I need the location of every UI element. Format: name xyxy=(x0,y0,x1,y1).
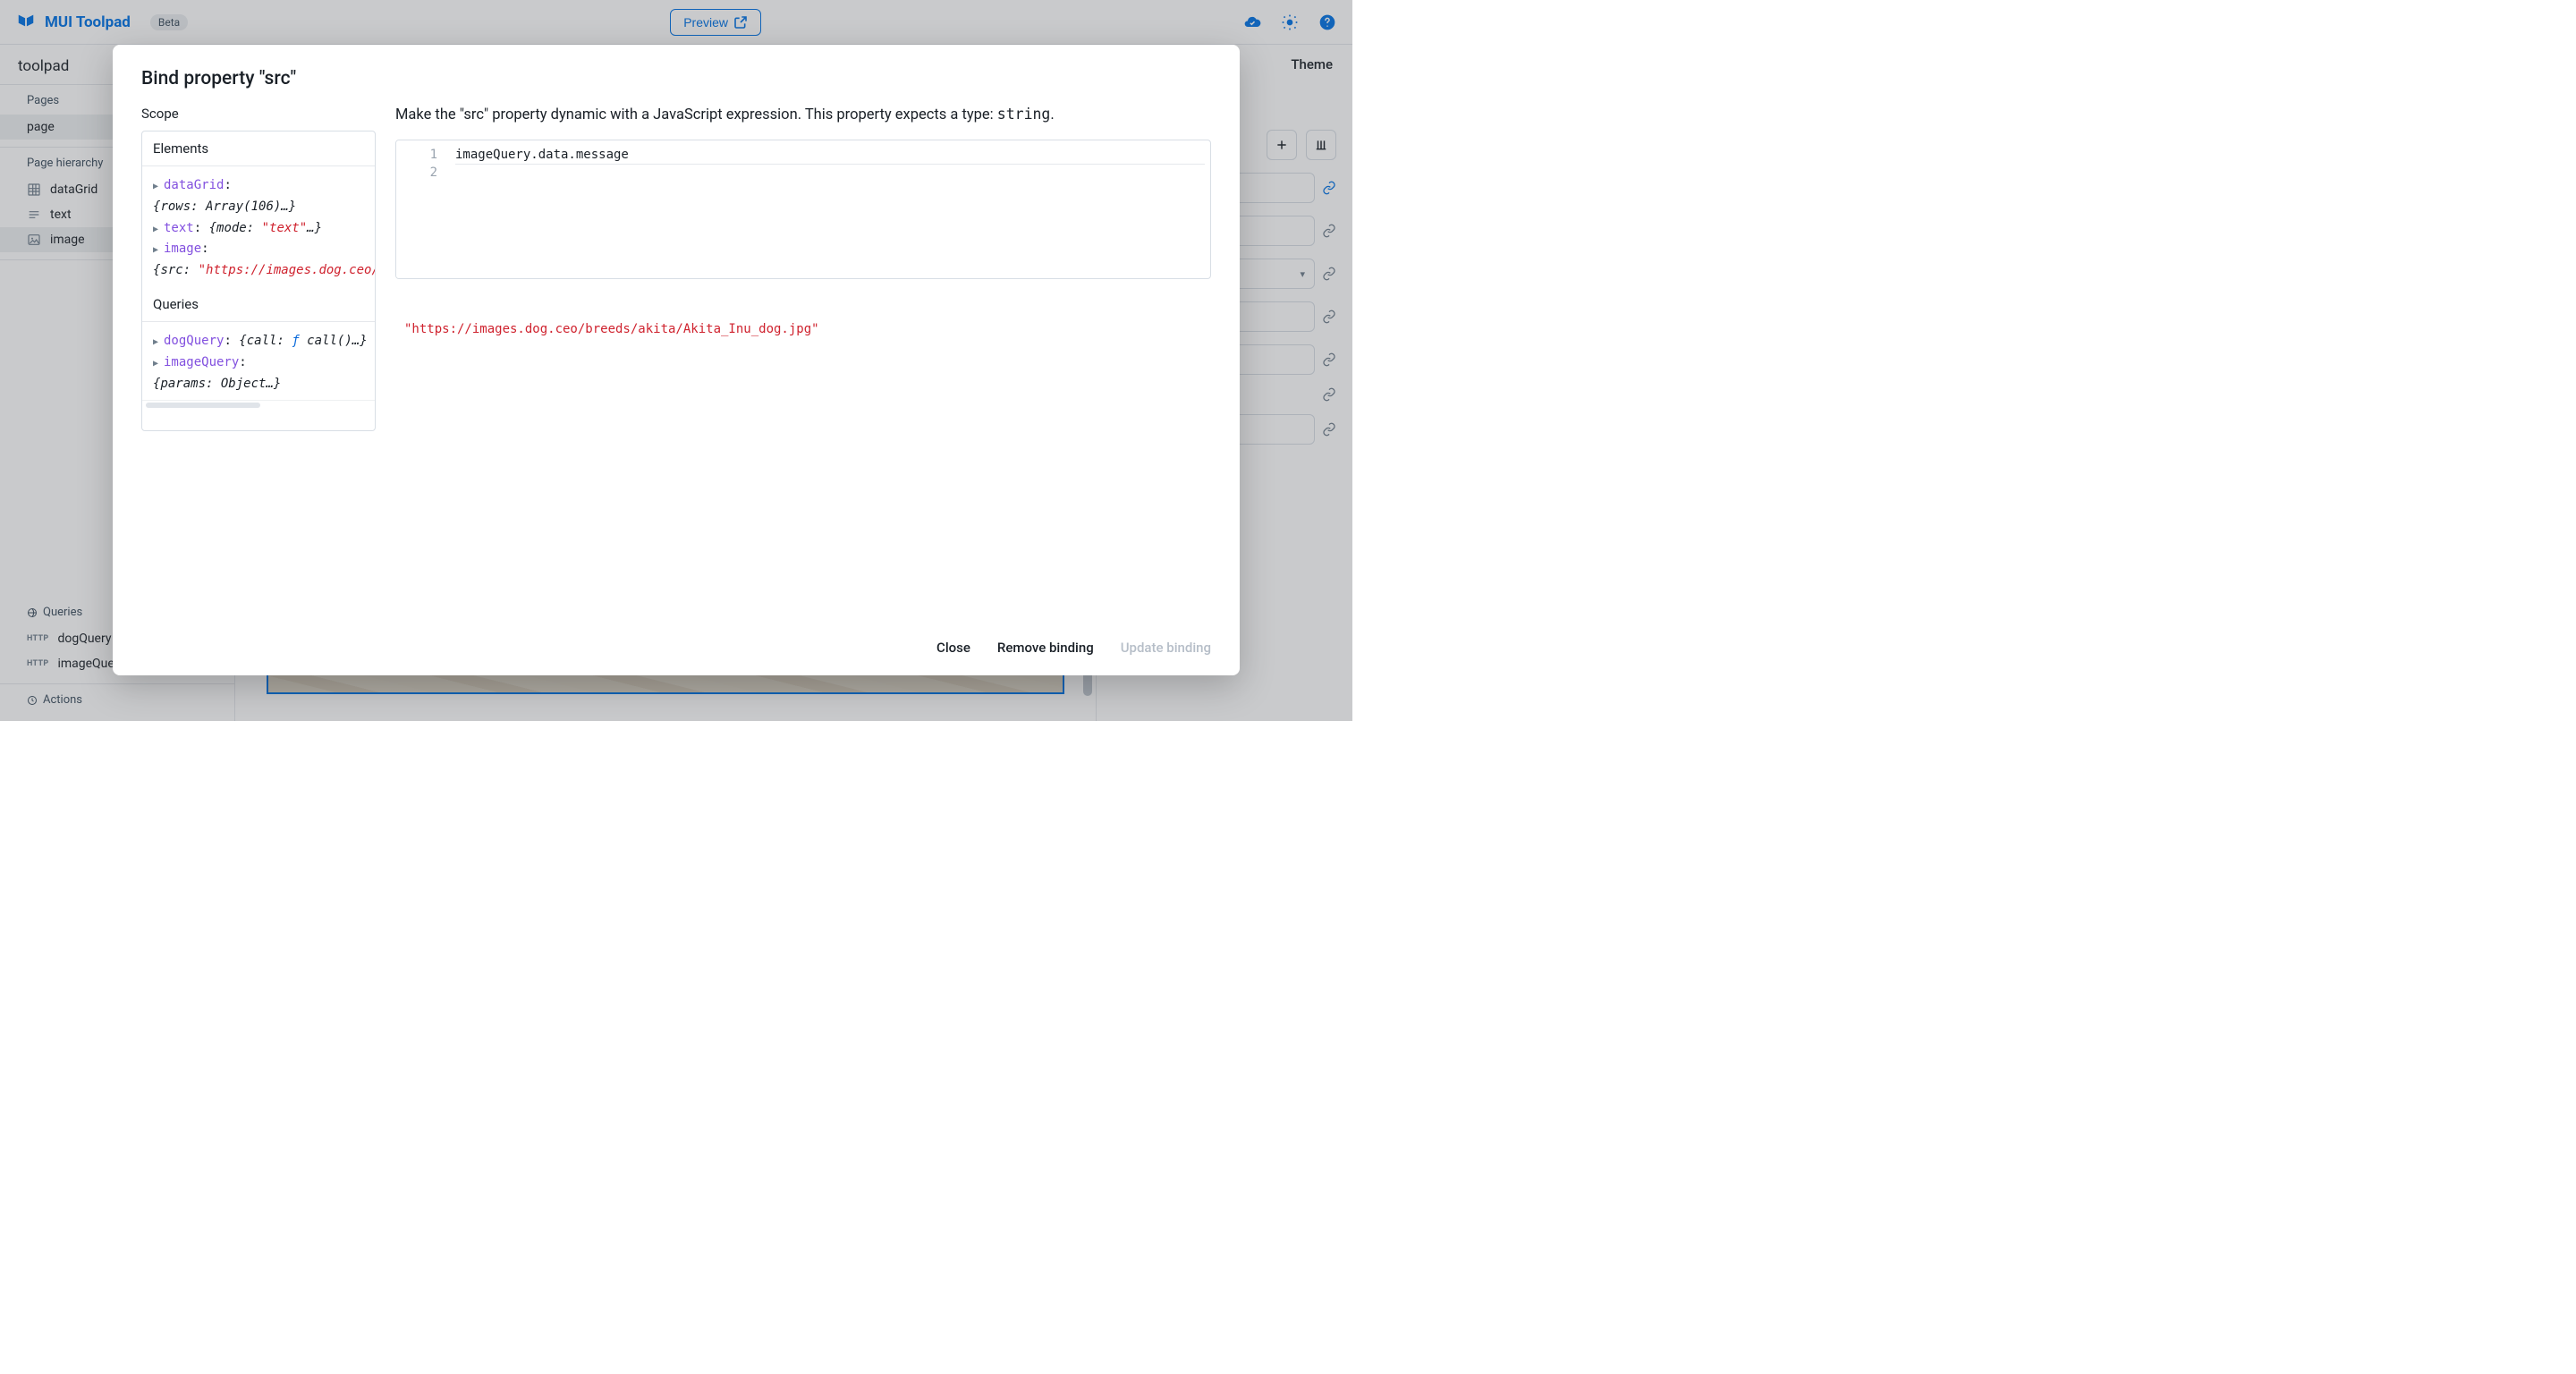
close-button[interactable]: Close xyxy=(936,640,970,656)
scope-label: Scope xyxy=(141,106,376,122)
modal-backdrop[interactable]: Bind property "src" Scope Elements ▶data… xyxy=(0,0,1352,721)
modal-title: Bind property "src" xyxy=(141,68,1211,89)
editor-gutter: 12 xyxy=(396,140,450,278)
queries-tree: ▶dogQuery: {call: ƒ call()…} ▶imageQuery… xyxy=(142,322,375,400)
expression-editor[interactable]: 12 imageQuery.data.message xyxy=(395,140,1211,279)
update-binding-button: Update binding xyxy=(1121,640,1211,656)
scope-row-datagrid[interactable]: ▶dataGrid: xyxy=(153,175,364,197)
elements-heading: Elements xyxy=(142,131,375,166)
modal-description: Make the "src" property dynamic with a J… xyxy=(395,106,1211,123)
evaluation-result: "https://images.dog.ceo/breeds/akita/Aki… xyxy=(395,322,1211,336)
scope-row-text[interactable]: ▶text: {mode: "text"…} xyxy=(153,218,364,240)
scope-row-dogquery[interactable]: ▶dogQuery: {call: ƒ call()…} xyxy=(153,331,364,352)
queries-heading: Queries xyxy=(142,287,375,322)
scope-row-image[interactable]: ▶image: xyxy=(153,239,364,260)
scope-row-datagrid-sub[interactable]: {rows: Array(106)…} xyxy=(153,197,364,218)
scope-horizontal-scrollbar[interactable] xyxy=(142,400,375,409)
elements-tree: ▶dataGrid: {rows: Array(106)…} ▶text: {m… xyxy=(142,166,375,287)
scope-row-imagequery[interactable]: ▶imageQuery: xyxy=(153,352,364,374)
code-line-1: imageQuery.data.message xyxy=(455,146,1205,165)
scope-panel: Elements ▶dataGrid: {rows: Array(106)…} … xyxy=(141,131,376,431)
scope-row-imagequery-sub[interactable]: {params: Object…} xyxy=(153,374,364,395)
scope-row-image-sub[interactable]: {src: "https://images.dog.ceo/bre xyxy=(153,260,364,282)
bind-property-dialog: Bind property "src" Scope Elements ▶data… xyxy=(113,45,1240,675)
remove-binding-button[interactable]: Remove binding xyxy=(997,640,1094,656)
